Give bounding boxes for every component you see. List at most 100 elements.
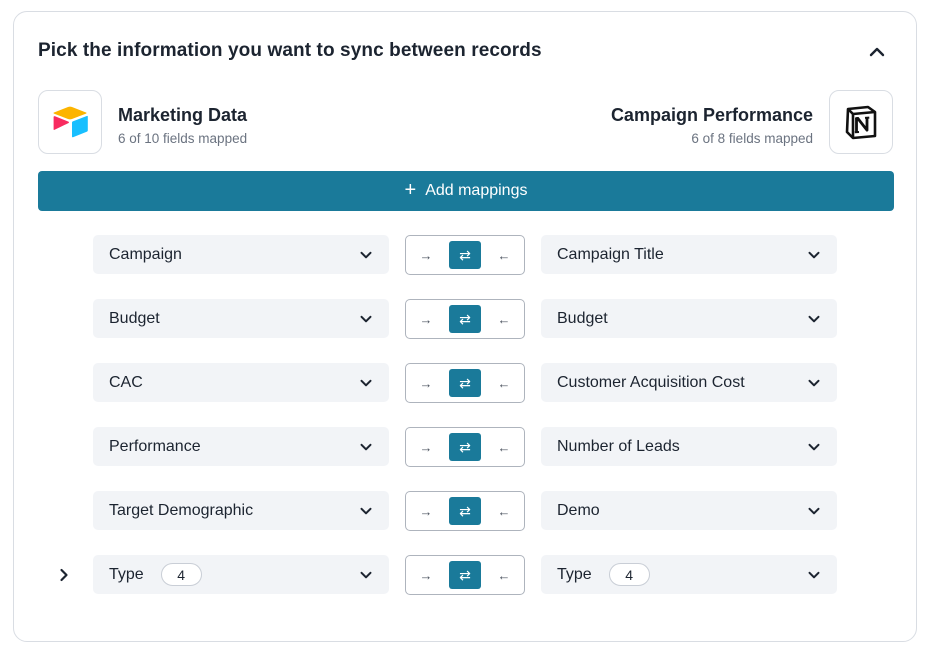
mapping-row: Performance → ⇄ ← Number of Leads	[14, 427, 918, 467]
sync-mapping-card: Pick the information you want to sync be…	[13, 11, 917, 642]
source-field-select[interactable]: Target Demographic	[93, 491, 389, 530]
arrow-left-icon: ←	[497, 247, 511, 263]
destination-field-label: Budget	[557, 309, 608, 327]
source-field-select[interactable]: Budget	[93, 299, 389, 338]
arrow-right-icon: →	[419, 439, 433, 455]
destination-field-label: Campaign Title	[557, 245, 664, 263]
chevron-down-icon	[360, 507, 372, 515]
expand-row-button[interactable]	[56, 567, 72, 583]
sync-direction-toggle: → ⇄ ←	[405, 491, 525, 531]
sync-direction-toggle: → ⇄ ←	[405, 363, 525, 403]
sync-left-to-right-button[interactable]: →	[410, 561, 442, 589]
sync-right-to-left-button[interactable]: ←	[488, 433, 520, 461]
mapping-row: Target Demographic → ⇄ ← Demo	[14, 491, 918, 531]
add-mappings-button[interactable]: + Add mappings	[38, 171, 894, 211]
chevron-down-icon	[808, 507, 820, 515]
sync-left-to-right-button[interactable]: →	[410, 497, 442, 525]
sync-right-to-left-button[interactable]: ←	[488, 369, 520, 397]
sync-left-to-right-button[interactable]: →	[410, 241, 442, 269]
sync-two-way-button[interactable]: ⇄	[449, 241, 481, 269]
sync-two-way-button[interactable]: ⇄	[449, 305, 481, 333]
sync-left-to-right-button[interactable]: →	[410, 433, 442, 461]
source-field-label: Type	[109, 565, 144, 583]
mapping-row: Type 4 → ⇄ ← Type 4	[14, 555, 918, 595]
source-field-select[interactable]: Type 4	[93, 555, 389, 594]
chevron-down-icon	[808, 251, 820, 259]
destination-field-label: Customer Acquisition Cost	[557, 373, 745, 391]
source-field-label: Target Demographic	[109, 501, 254, 519]
source-field-label: CAC	[109, 373, 143, 391]
sync-right-to-left-button[interactable]: ←	[488, 241, 520, 269]
sync-direction-toggle: → ⇄ ←	[405, 555, 525, 595]
source-field-select[interactable]: Performance	[93, 427, 389, 466]
destination-field-select[interactable]: Customer Acquisition Cost	[541, 363, 837, 402]
field-count-badge: 4	[160, 563, 202, 586]
two-way-arrows-icon: ⇄	[459, 438, 471, 455]
sync-two-way-button[interactable]: ⇄	[449, 369, 481, 397]
chevron-up-icon	[869, 47, 885, 57]
arrow-left-icon: ←	[497, 375, 511, 391]
plus-icon: +	[404, 179, 417, 201]
sync-direction-toggle: → ⇄ ←	[405, 299, 525, 339]
arrow-left-icon: ←	[497, 503, 511, 519]
source-field-label: Performance	[109, 437, 201, 455]
two-way-arrows-icon: ⇄	[459, 502, 471, 519]
chevron-down-icon	[360, 443, 372, 451]
source-fields-mapped: 6 of 10 fields mapped	[118, 131, 248, 146]
mapping-row: CAC → ⇄ ← Customer Acquisition Cost	[14, 363, 918, 403]
mapping-row: Campaign → ⇄ ← Campaign Title	[14, 235, 918, 275]
two-way-arrows-icon: ⇄	[459, 374, 471, 391]
sync-right-to-left-button[interactable]: ←	[488, 561, 520, 589]
source-field-label: Budget	[109, 309, 160, 327]
source-field-select[interactable]: Campaign	[93, 235, 389, 274]
chevron-right-icon	[60, 568, 68, 582]
destination-table-name: Campaign Performance	[610, 105, 813, 125]
sync-left-to-right-button[interactable]: →	[410, 369, 442, 397]
arrow-right-icon: →	[419, 503, 433, 519]
sync-two-way-button[interactable]: ⇄	[449, 433, 481, 461]
destination-field-label: Type	[557, 565, 592, 583]
destination-field-select[interactable]: Budget	[541, 299, 837, 338]
notion-logo	[829, 90, 893, 154]
sync-right-to-left-button[interactable]: ←	[488, 305, 520, 333]
arrow-right-icon: →	[419, 375, 433, 391]
arrow-left-icon: ←	[497, 567, 511, 583]
arrow-right-icon: →	[419, 311, 433, 327]
collapse-button[interactable]	[865, 40, 889, 64]
sync-two-way-button[interactable]: ⇄	[449, 561, 481, 589]
sync-two-way-button[interactable]: ⇄	[449, 497, 481, 525]
chevron-down-icon	[360, 379, 372, 387]
chevron-down-icon	[360, 315, 372, 323]
chevron-down-icon	[808, 315, 820, 323]
chevron-down-icon	[808, 379, 820, 387]
destination-field-select[interactable]: Number of Leads	[541, 427, 837, 466]
sync-left-to-right-button[interactable]: →	[410, 305, 442, 333]
destination-field-select[interactable]: Type 4	[541, 555, 837, 594]
mapping-row: Budget → ⇄ ← Budget	[14, 299, 918, 339]
arrow-right-icon: →	[419, 567, 433, 583]
source-table-name: Marketing Data	[118, 105, 248, 125]
section-title: Pick the information you want to sync be…	[38, 40, 542, 61]
arrow-right-icon: →	[419, 247, 433, 263]
destination-field-select[interactable]: Demo	[541, 491, 837, 530]
source-field-select[interactable]: CAC	[93, 363, 389, 402]
destination-field-label: Number of Leads	[557, 437, 680, 455]
chevron-down-icon	[808, 571, 820, 579]
two-way-arrows-icon: ⇄	[459, 310, 471, 327]
sync-right-to-left-button[interactable]: ←	[488, 497, 520, 525]
destination-field-label: Demo	[557, 501, 600, 519]
add-mappings-label: Add mappings	[425, 182, 528, 199]
field-count-badge: 4	[608, 563, 650, 586]
two-way-arrows-icon: ⇄	[459, 566, 471, 583]
arrow-left-icon: ←	[497, 439, 511, 455]
two-way-arrows-icon: ⇄	[459, 246, 471, 263]
source-field-label: Campaign	[109, 245, 182, 263]
airtable-logo	[38, 90, 102, 154]
chevron-down-icon	[360, 251, 372, 259]
destination-field-select[interactable]: Campaign Title	[541, 235, 837, 274]
sync-direction-toggle: → ⇄ ←	[405, 427, 525, 467]
chevron-down-icon	[808, 443, 820, 451]
arrow-left-icon: ←	[497, 311, 511, 327]
sync-direction-toggle: → ⇄ ←	[405, 235, 525, 275]
destination-fields-mapped: 6 of 8 fields mapped	[691, 131, 813, 146]
